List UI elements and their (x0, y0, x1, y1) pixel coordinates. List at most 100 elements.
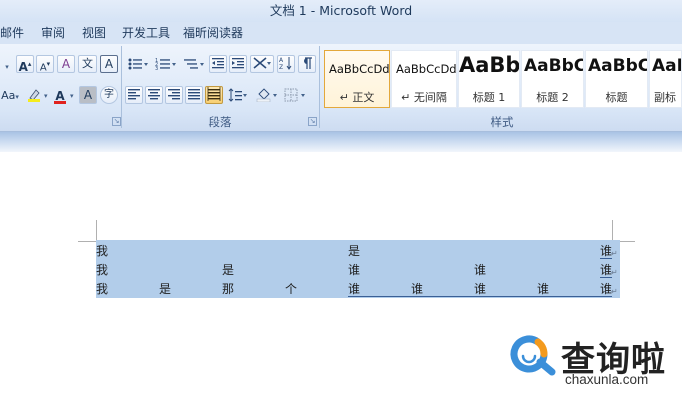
numbering-icon: 123 (155, 58, 176, 72)
shrink-font-button[interactable]: A▾ (36, 55, 54, 73)
window-title: 文档 1 - Microsoft Word (269, 3, 413, 18)
styles-group-label: 样式 (490, 115, 514, 129)
text-char: 谁 (348, 282, 361, 296)
style-no-spacing[interactable]: AaBbCcDdI ↵ 无间隔 (391, 50, 457, 108)
ribbon: ▾ A▴ A▾ A 文 A Aa▾ ▾ A ▾ A 字 ↘ 123 A Z 段落… (0, 44, 682, 132)
distributed-align-icon[interactable] (205, 86, 223, 104)
style-name: ↵ 无间隔 (401, 91, 447, 104)
style-normal[interactable]: AaBbCcDdI ↵ 正文 (324, 50, 390, 108)
paragraph-group-label: 段落 (208, 115, 232, 129)
numbering-button[interactable]: 123 (153, 56, 179, 74)
ribbon-tabs: 邮件 审阅 视图 开发工具 福昕阅读器 (0, 22, 682, 44)
multilevel-list-icon (184, 59, 204, 69)
text-char: 我 (96, 282, 109, 296)
font-color-dropdown[interactable]: ▾ (70, 92, 74, 100)
text-char: 谁 (411, 282, 424, 296)
style-name: 副标 (654, 91, 676, 104)
text-char: 我 (96, 244, 109, 258)
svg-text:A: A (279, 57, 284, 64)
enclose-characters-button[interactable]: 字 (100, 86, 118, 104)
tab-mailings[interactable]: 邮件 (0, 22, 24, 44)
change-case-button[interactable]: Aa▾ (0, 87, 20, 105)
distributed-glyph (207, 87, 221, 101)
text-char: 个 (285, 282, 298, 296)
show-marks-icon[interactable] (298, 55, 316, 73)
paint-bucket-icon (256, 88, 277, 103)
style-sample: AaBbCcDdI (396, 62, 457, 76)
style-sample: AaBbCcDdI (329, 62, 390, 76)
style-name: 标题 1 (472, 91, 506, 104)
shading-button[interactable] (254, 87, 280, 105)
title-bar: 文档 1 - Microsoft Word (0, 0, 682, 22)
sort-glyph: AZ (279, 57, 292, 71)
highlighter-icon (28, 89, 40, 102)
multilevel-list-button[interactable] (181, 56, 207, 74)
style-title[interactable]: AaBbC 标题 (585, 50, 648, 108)
text-char: 谁 (474, 263, 487, 277)
style-heading-2[interactable]: AaBbC 标题 2 (521, 50, 584, 108)
phonetic-guide-icon[interactable]: 文 (78, 55, 97, 73)
grow-font-button[interactable]: A▴ (16, 55, 34, 74)
paragraph-mark: ↵ (611, 287, 618, 296)
paragraph-mark: ↵ (611, 249, 618, 258)
highlight-color-button[interactable] (24, 87, 44, 105)
bullets-button[interactable] (125, 56, 151, 74)
font-size-dropdown[interactable]: ▾ (2, 56, 12, 74)
style-name: 标题 (605, 91, 628, 104)
margin-corner-mark (78, 241, 96, 242)
justify-glyph (188, 89, 200, 100)
align-center-glyph (148, 89, 160, 100)
font-dialog-launcher-icon[interactable]: ↘ (112, 117, 121, 126)
text-char: 谁 (348, 263, 361, 277)
style-sample: AaBbC (588, 56, 648, 76)
text-char: 谁 (474, 282, 487, 296)
increase-indent-glyph (232, 58, 244, 69)
style-name: ↵ 正文 (339, 91, 375, 104)
align-center-icon[interactable] (145, 86, 163, 104)
style-sample: AaBbC (524, 56, 584, 76)
svg-text:Z: Z (279, 64, 283, 70)
paragraph-mark: ↵ (611, 268, 618, 277)
text-char: 谁 (537, 282, 550, 296)
text-char: 我 (96, 263, 109, 277)
justify-icon[interactable] (185, 86, 203, 104)
style-subtitle[interactable]: AaB 副标 (649, 50, 682, 108)
chinese-layout-icon (253, 57, 271, 69)
highlight-dropdown[interactable]: ▾ (44, 92, 48, 100)
paragraph-dialog-launcher-icon[interactable]: ↘ (308, 117, 317, 126)
clear-format-icon[interactable]: A (57, 55, 75, 73)
text-char: 是 (348, 244, 361, 258)
increase-indent-icon[interactable] (229, 55, 247, 73)
tab-underline (600, 277, 612, 278)
tab-view[interactable]: 视图 (82, 22, 106, 44)
font-color-button[interactable]: A (50, 87, 70, 105)
watermark-domain: chaxunla.com (565, 372, 649, 387)
chinese-layout-button[interactable] (250, 55, 274, 73)
svg-text:3: 3 (155, 66, 158, 71)
style-heading-1[interactable]: AaBb 标题 1 (458, 50, 520, 108)
style-sample: AaBb (459, 53, 520, 77)
character-border-button[interactable]: A (100, 55, 118, 73)
word-window: 文档 1 - Microsoft Word 邮件 审阅 视图 开发工具 福昕阅读… (0, 0, 682, 411)
margin-corner-mark (612, 220, 613, 242)
align-right-icon[interactable] (165, 86, 183, 104)
sort-icon[interactable]: AZ (277, 55, 295, 73)
align-right-glyph (168, 89, 180, 100)
group-separator (319, 46, 320, 128)
paragraph-mark-glyph (304, 57, 312, 69)
text-char: 那 (222, 282, 235, 296)
tab-developer[interactable]: 开发工具 (122, 22, 170, 44)
magnifier-logo-icon (510, 335, 556, 376)
decrease-indent-icon[interactable] (209, 55, 227, 73)
text-char: 是 (159, 282, 172, 296)
borders-button[interactable] (282, 87, 308, 105)
style-sample: AaB (652, 56, 681, 76)
character-shading-button[interactable]: A (79, 86, 97, 104)
text-char: 是 (222, 263, 235, 277)
align-left-icon[interactable] (125, 86, 143, 104)
line-spacing-button[interactable] (226, 87, 250, 105)
align-left-glyph (128, 89, 140, 100)
line-spacing-icon (228, 88, 247, 102)
tab-review[interactable]: 审阅 (41, 22, 65, 44)
tab-foxit-reader[interactable]: 福昕阅读器 (183, 22, 243, 44)
